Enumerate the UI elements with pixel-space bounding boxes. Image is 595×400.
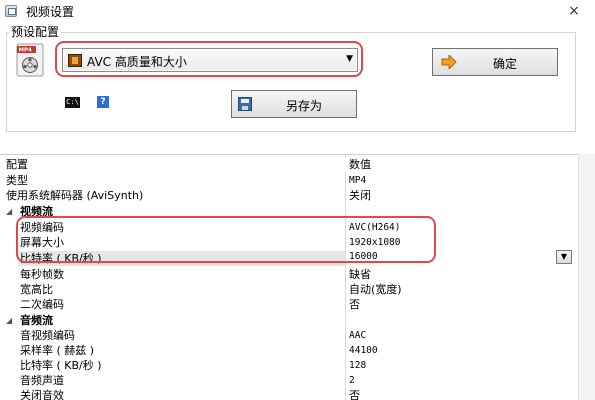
property-grid: 配置 数值 类型 MP4 使用系统解码器 (AviSynth) 关闭 ◢ 视频流… (0, 154, 578, 400)
close-button[interactable]: × (562, 2, 586, 20)
highlight-annotation-video (16, 216, 436, 263)
save-as-button-label: 另存为 (285, 99, 322, 113)
property-key: 音视频编码 (20, 329, 75, 342)
property-value: MP4 (349, 175, 367, 186)
mp4-format-icon: MP4 (16, 43, 44, 77)
table-row[interactable]: 比特率 ( KB/秒 ) 128 (0, 358, 578, 373)
collapse-triangle-icon[interactable]: ◢ (6, 313, 12, 328)
table-row[interactable]: 音频声道 2 (0, 373, 578, 388)
property-key: 音频声道 (20, 374, 64, 387)
save-as-button[interactable]: 另存为 (231, 90, 357, 118)
help-icon[interactable]: ? (97, 96, 109, 108)
grid-header: 配置 数值 (0, 157, 578, 172)
property-value: 44100 (349, 345, 378, 356)
ok-button[interactable]: 确定 (432, 48, 558, 76)
property-key: 类型 (6, 174, 28, 187)
table-row[interactable]: 宽高比 自动(宽度) (0, 282, 578, 297)
property-key: 采样率 ( 赫兹 ) (20, 344, 95, 357)
column-header-value: 数值 (349, 158, 371, 171)
section-audio-stream[interactable]: ◢ 音频流 (0, 313, 578, 328)
ok-button-label: 确定 (492, 57, 517, 71)
app-icon (5, 5, 17, 17)
property-key: 每秒帧数 (20, 268, 64, 281)
bitrate-dropdown-button[interactable]: ▼ (556, 250, 572, 264)
command-line-icon[interactable]: C:\ (65, 97, 80, 108)
section-label: 音频流 (20, 314, 53, 327)
property-value: 2 (349, 375, 355, 386)
property-key: 使用系统解码器 (AviSynth) (6, 189, 144, 202)
mp4-icon-label: MP4 (19, 48, 33, 54)
property-value: 自动(宽度) (349, 283, 402, 296)
table-row[interactable]: 每秒帧数 缺省 (0, 267, 578, 282)
table-row[interactable]: 二次编码 否 (0, 297, 578, 312)
property-value: 缺省 (349, 268, 371, 281)
column-header-property: 配置 (6, 158, 28, 171)
property-value: 否 (349, 298, 360, 311)
vertical-scrollbar[interactable] (578, 154, 595, 400)
highlight-annotation-preset (55, 41, 363, 77)
property-key: 关闭音效 (20, 389, 64, 400)
preset-group-label: 预设配置 (9, 23, 62, 40)
title-bar: 视频设置 × (0, 0, 595, 22)
property-key: 二次编码 (20, 298, 64, 311)
property-value: 否 (349, 389, 360, 400)
table-row[interactable]: 类型 MP4 (0, 173, 578, 188)
collapse-triangle-icon[interactable]: ◢ (6, 204, 12, 219)
window-title: 视频设置 (26, 5, 75, 19)
table-row[interactable]: 音视频编码 AAC (0, 328, 578, 343)
property-key: 比特率 ( KB/秒 ) (20, 359, 102, 372)
property-key: 宽高比 (20, 283, 53, 296)
table-row[interactable]: 采样率 ( 赫兹 ) 44100 (0, 343, 578, 358)
property-value: 128 (349, 360, 367, 371)
table-row[interactable]: 关闭音效 否 (0, 388, 578, 400)
property-value: 关闭 (349, 189, 371, 202)
property-value: AAC (349, 330, 367, 341)
table-row[interactable]: 使用系统解码器 (AviSynth) 关闭 (0, 188, 578, 203)
